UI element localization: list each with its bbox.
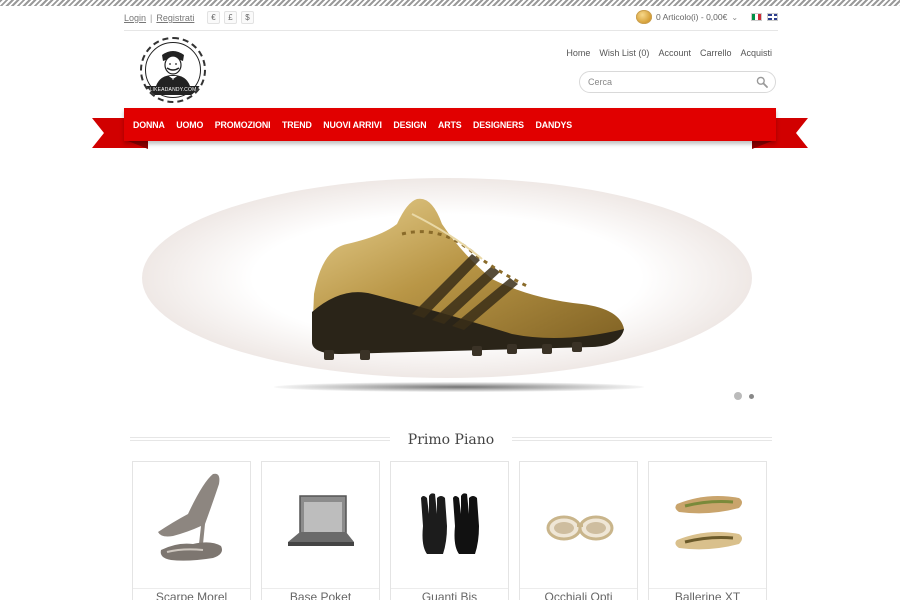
slider-dot-1[interactable] xyxy=(734,392,742,400)
golden-cleat-image xyxy=(312,198,624,360)
menu-item-trend[interactable]: TREND xyxy=(282,120,312,130)
hero-shoe-shadow xyxy=(274,382,644,392)
grey-high-heels-image[interactable] xyxy=(133,462,250,586)
logo-text: LIKEADANDY.COM xyxy=(142,86,204,95)
slider-dot-2[interactable] xyxy=(749,393,754,399)
chevron-down-icon: ⌄ xyxy=(731,12,739,22)
auth-separator: | xyxy=(150,13,153,23)
black-gloves-image[interactable] xyxy=(391,462,508,586)
menu-item-design[interactable]: DESIGN xyxy=(393,120,426,130)
search-input[interactable] xyxy=(588,75,748,89)
slider-pagination xyxy=(734,392,754,400)
product-name[interactable]: Occhiali Opti xyxy=(520,588,637,600)
menu-item-designers[interactable]: DESIGNERS xyxy=(473,120,524,130)
coins-icon xyxy=(636,10,652,24)
product-card[interactable]: Base Poket xyxy=(261,461,380,600)
product-card[interactable]: Occhiali Opti xyxy=(519,461,638,600)
top-bar: Login | Registrati € £ $ 0 Articolo(i) - 0… xyxy=(124,8,778,30)
register-link[interactable]: Registrati xyxy=(156,13,194,23)
product-card[interactable]: Guanti Bis xyxy=(390,461,509,600)
top-decorative-stripe xyxy=(0,0,900,6)
main-menu-ribbon: DONNA UOMO PROMOZIONI TREND NUOVI ARRIVI… xyxy=(92,108,808,158)
featured-section-header: Primo Piano xyxy=(130,430,772,452)
white-sunglasses-image[interactable] xyxy=(520,462,637,586)
laptop-stand-image[interactable] xyxy=(262,462,379,586)
auth-links: Login | Registrati xyxy=(124,13,194,23)
product-card[interactable]: Ballerine XT xyxy=(648,461,767,600)
nav-cart-link[interactable]: Carrello xyxy=(700,48,732,58)
login-link[interactable]: Login xyxy=(124,13,146,23)
product-name[interactable]: Ballerine XT xyxy=(649,588,766,600)
currency-euro-button[interactable]: € xyxy=(207,11,220,24)
menu-item-dandys[interactable]: DANDYS xyxy=(535,120,572,130)
nav-home-link[interactable]: Home xyxy=(566,48,590,58)
divider xyxy=(124,30,778,31)
ballet-flats-image[interactable] xyxy=(649,462,766,586)
currency-pound-button[interactable]: £ xyxy=(224,11,237,24)
product-name[interactable]: Scarpe Morel xyxy=(133,588,250,600)
cart-summary: 0 Articolo(i) - 0,00€ xyxy=(656,12,728,22)
english-flag-icon[interactable] xyxy=(767,13,778,21)
menu-item-donna[interactable]: DONNA xyxy=(133,120,165,130)
nav-orders-link[interactable]: Acquisti xyxy=(740,48,772,58)
italian-flag-icon[interactable] xyxy=(751,13,762,21)
product-name[interactable]: Base Poket xyxy=(262,588,379,600)
product-name[interactable]: Guanti Bis xyxy=(391,588,508,600)
nav-account-link[interactable]: Account xyxy=(658,48,691,58)
currency-dollar-button[interactable]: $ xyxy=(241,11,254,24)
main-menu: DONNA UOMO PROMOZIONI TREND NUOVI ARRIVI… xyxy=(124,108,776,141)
search-icon[interactable] xyxy=(756,76,768,88)
featured-products: Scarpe Morel Base Poket Guanti Bis Occhi… xyxy=(132,461,767,600)
menu-item-nuovi-arrivi[interactable]: NUOVI ARRIVI xyxy=(323,120,382,130)
currency-selector: € £ $ xyxy=(207,11,254,24)
menu-item-arts[interactable]: ARTS xyxy=(438,120,462,130)
hero-slider[interactable] xyxy=(124,160,778,415)
product-card[interactable]: Scarpe Morel xyxy=(132,461,251,600)
cart-dropdown[interactable]: 0 Articolo(i) - 0,00€ ⌄ xyxy=(636,10,738,24)
menu-item-promozioni[interactable]: PROMOZIONI xyxy=(215,120,271,130)
nav-wishlist-link[interactable]: Wish List (0) xyxy=(599,48,649,58)
search-box xyxy=(579,71,776,93)
featured-title: Primo Piano xyxy=(407,432,495,448)
menu-item-uomo[interactable]: UOMO xyxy=(176,120,203,130)
account-nav: Home Wish List (0) Account Carrello Acqu… xyxy=(566,48,772,58)
site-logo[interactable]: LIKEADANDY.COM xyxy=(140,37,206,103)
language-selector xyxy=(751,13,778,21)
